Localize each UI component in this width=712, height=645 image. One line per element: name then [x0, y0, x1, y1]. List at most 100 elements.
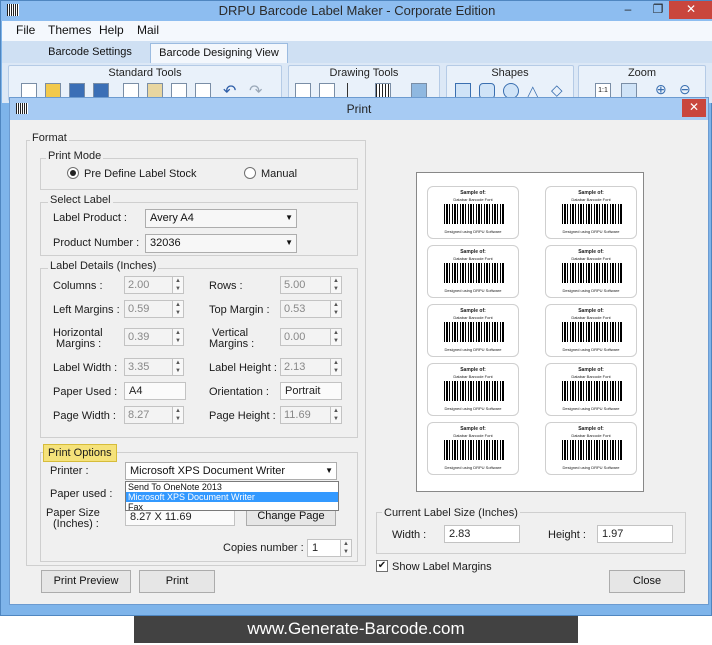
- label-height-spinner[interactable]: ▲ ▼: [330, 358, 342, 376]
- paper-size-label-line2: (Inches) :: [53, 518, 99, 530]
- preview-label-card: Sample of: Databar Barcode Font Designed u…: [427, 304, 519, 357]
- menu-mail[interactable]: Mail: [137, 23, 159, 37]
- close-button[interactable]: Close: [609, 570, 685, 593]
- minimize-button[interactable]: –: [615, 1, 641, 19]
- show-label-margins-checkbox[interactable]: ✔: [376, 560, 388, 572]
- dialog-close-icon[interactable]: ✕: [682, 99, 706, 117]
- print-button[interactable]: Print: [139, 570, 215, 593]
- menu-themes[interactable]: Themes: [48, 23, 91, 37]
- preview-label-card: Sample of: Databar Barcode Font Designed u…: [427, 363, 519, 416]
- ribbon-group-label: Drawing Tools: [329, 67, 399, 79]
- label-product-value: Avery A4: [150, 212, 194, 224]
- preview-label-card: Sample of: Databar Barcode Font Designed u…: [545, 304, 637, 357]
- tab-barcode-designing-view[interactable]: Barcode Designing View: [150, 43, 288, 63]
- current-width-field[interactable]: 2.83: [444, 525, 520, 543]
- page-width-field[interactable]: 8.27: [124, 406, 174, 424]
- zoom-out-icon[interactable]: ⊖: [679, 81, 691, 98]
- card-sample-text: Sample of:: [578, 249, 604, 255]
- left-margins-spinner[interactable]: ▲ ▼: [172, 300, 184, 318]
- card-designed-text: Designed using DRPU Software: [562, 347, 620, 352]
- orientation-field[interactable]: Portrait: [280, 382, 342, 400]
- card-barcode: [562, 440, 622, 460]
- copies-number-spinner[interactable]: ▲ ▼: [340, 539, 352, 557]
- preview-label-card: Sample of: Databar Barcode Font Designed u…: [427, 245, 519, 298]
- menu-help[interactable]: Help: [99, 23, 124, 37]
- dialog-title: Print: [346, 102, 372, 116]
- card-font-text: Databar Barcode Font: [453, 256, 493, 261]
- page-height-spinner[interactable]: ▲ ▼: [330, 406, 342, 424]
- top-margin-spinner[interactable]: ▲ ▼: [330, 300, 342, 318]
- card-sample-text: Sample of:: [460, 249, 486, 255]
- card-designed-text: Designed using DRPU Software: [562, 465, 620, 470]
- current-label-size-label: Current Label Size (Inches): [382, 507, 520, 519]
- rows-field[interactable]: 5.00: [280, 276, 332, 294]
- printer-option[interactable]: Send To OneNote 2013: [126, 482, 338, 492]
- paper-used-field[interactable]: A4: [124, 382, 186, 400]
- label-height-field[interactable]: 2.13: [280, 358, 332, 376]
- printer-option[interactable]: Fax: [126, 502, 338, 512]
- card-designed-text: Designed using DRPU Software: [444, 229, 502, 234]
- dialog-title-bar: Print ✕: [10, 98, 708, 120]
- current-height-field[interactable]: 1.97: [597, 525, 673, 543]
- preview-label-card: Sample of: Databar Barcode Font Designed u…: [545, 245, 637, 298]
- chevron-down-icon: ▼: [325, 466, 333, 475]
- card-font-text: Databar Barcode Font: [453, 315, 493, 320]
- columns-field[interactable]: 2.00: [124, 276, 174, 294]
- copies-number-field[interactable]: 1: [307, 539, 341, 557]
- card-sample-text: Sample of:: [460, 367, 486, 373]
- zoom-in-icon[interactable]: ⊕: [655, 81, 667, 98]
- current-height-label: Height :: [548, 529, 586, 541]
- label-product-select[interactable]: Avery A4 ▼: [145, 209, 297, 228]
- label-width-spinner[interactable]: ▲ ▼: [172, 358, 184, 376]
- show-label-margins-label[interactable]: Show Label Margins: [392, 561, 492, 573]
- card-font-text: Databar Barcode Font: [571, 433, 611, 438]
- ribbon-group-label: Zoom: [627, 67, 657, 79]
- horizontal-margins-spinner[interactable]: ▲ ▼: [172, 328, 184, 346]
- printer-label: Printer :: [50, 465, 89, 477]
- label-height-label: Label Height :: [209, 362, 277, 374]
- label-width-label: Label Width :: [53, 362, 118, 374]
- card-barcode: [562, 204, 622, 224]
- app-title: DRPU Barcode Label Maker - Corporate Edi…: [218, 3, 496, 18]
- label-details-group-label: Label Details (Inches): [48, 260, 159, 272]
- predefine-label-stock-label[interactable]: Pre Define Label Stock: [84, 168, 197, 180]
- card-sample-text: Sample of:: [578, 190, 604, 196]
- radio-predefine-label-stock[interactable]: [67, 167, 79, 179]
- vertical-margins-field[interactable]: 0.00: [280, 328, 332, 346]
- card-font-text: Databar Barcode Font: [453, 197, 493, 202]
- menu-file[interactable]: File: [16, 23, 35, 37]
- printer-option[interactable]: Microsoft XPS Document Writer: [126, 492, 338, 502]
- columns-spinner[interactable]: ▲ ▼: [172, 276, 184, 294]
- ribbon-group-shapes: Shapes △ ◇: [446, 65, 574, 101]
- vertical-margins-spinner[interactable]: ▲ ▼: [330, 328, 342, 346]
- close-window-button[interactable]: ✕: [669, 1, 712, 19]
- card-sample-text: Sample of:: [460, 190, 486, 196]
- label-width-field[interactable]: 3.35: [124, 358, 174, 376]
- top-margin-field[interactable]: 0.53: [280, 300, 332, 318]
- preview-label-card: Sample of: Databar Barcode Font Designed u…: [545, 363, 637, 416]
- preview-label-card: Sample of: Databar Barcode Font Designed u…: [427, 186, 519, 239]
- orientation-label: Orientation :: [209, 386, 269, 398]
- card-font-text: Databar Barcode Font: [571, 374, 611, 379]
- manual-label[interactable]: Manual: [261, 168, 297, 180]
- card-sample-text: Sample of:: [578, 308, 604, 314]
- tab-barcode-settings[interactable]: Barcode Settings: [40, 43, 140, 63]
- page-width-spinner[interactable]: ▲ ▼: [172, 406, 184, 424]
- top-margin-label: Top Margin :: [209, 304, 270, 316]
- vertical-margins-label-line2: Margins :: [209, 338, 255, 350]
- print-preview-button[interactable]: Print Preview: [41, 570, 131, 593]
- left-margins-label: Left Margins :: [53, 304, 120, 316]
- radio-manual[interactable]: [244, 167, 256, 179]
- left-margins-field[interactable]: 0.59: [124, 300, 174, 318]
- card-barcode: [444, 440, 504, 460]
- rows-spinner[interactable]: ▲ ▼: [330, 276, 342, 294]
- printer-select[interactable]: Microsoft XPS Document Writer ▼: [125, 462, 337, 480]
- maximize-button[interactable]: ❐: [645, 1, 671, 19]
- page-height-field[interactable]: 11.69: [280, 406, 332, 424]
- product-number-select[interactable]: 32036 ▼: [145, 234, 297, 253]
- ribbon-group-drawing-tools: Drawing Tools: [288, 65, 440, 101]
- card-font-text: Databar Barcode Font: [571, 315, 611, 320]
- select-label-group-label: Select Label: [48, 194, 113, 206]
- preview-label-card: Sample of: Databar Barcode Font Designed u…: [545, 186, 637, 239]
- horizontal-margins-field[interactable]: 0.39: [124, 328, 174, 346]
